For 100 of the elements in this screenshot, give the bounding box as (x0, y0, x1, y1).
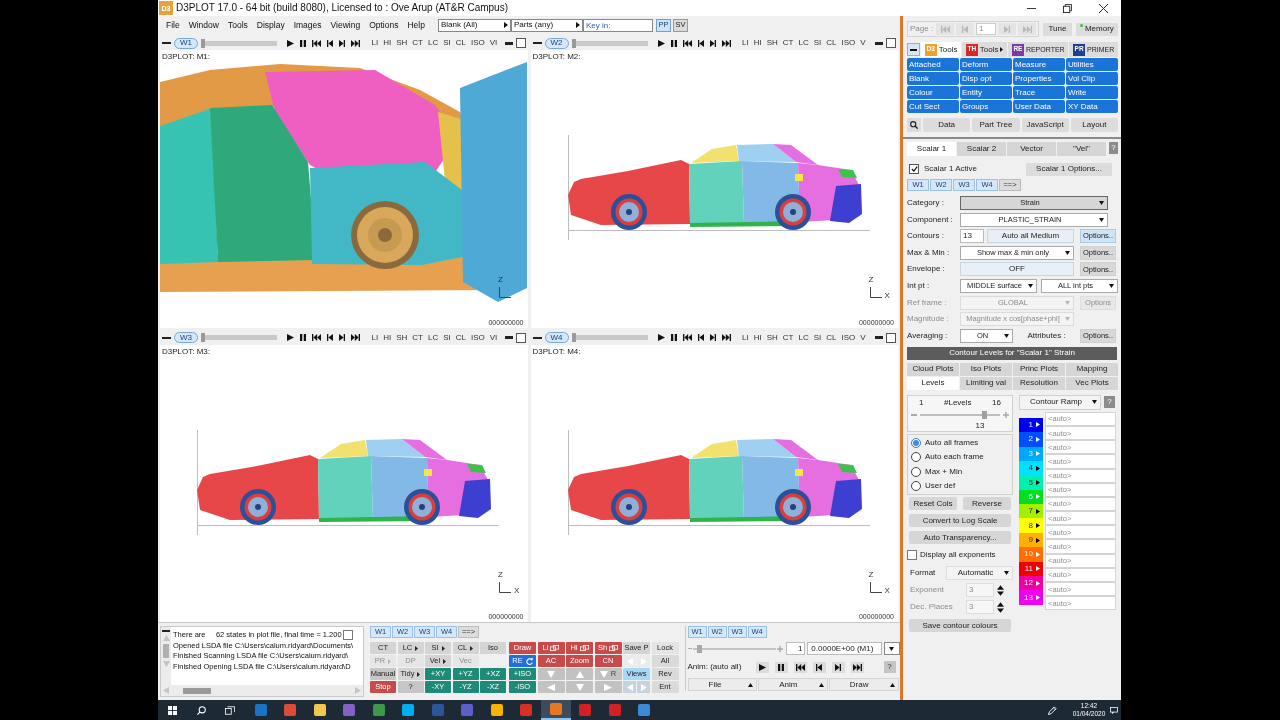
tool-button[interactable]: Vol Clip (1066, 72, 1118, 85)
contour-tab[interactable]: Levels (907, 376, 959, 390)
step-back-icon[interactable] (327, 39, 333, 47)
color-swatch[interactable]: 5 (1019, 475, 1043, 490)
scalar-tab[interactable]: Vector (1007, 142, 1056, 156)
scalar-tab[interactable]: Scalar 2 (957, 142, 1006, 156)
menu-item[interactable]: File (166, 20, 180, 30)
playback-button[interactable] (755, 661, 769, 673)
menu-item[interactable]: Display (256, 20, 285, 30)
color-swatch[interactable]: 1 (1019, 417, 1043, 433)
scalar-tab[interactable]: "Vel" (1057, 142, 1106, 156)
slider-thumb[interactable] (201, 333, 205, 342)
slider-track[interactable] (201, 335, 277, 340)
close-icon[interactable] (1098, 3, 1108, 13)
tool-button[interactable]: Entity (960, 86, 1012, 99)
checkbox[interactable] (886, 38, 896, 48)
window-tab[interactable]: W3 (174, 332, 198, 343)
tool-button[interactable]: Properties (1013, 72, 1065, 85)
slider-thumb[interactable] (571, 38, 576, 48)
scrollbar-thumb[interactable] (183, 687, 211, 694)
pause-icon[interactable] (300, 334, 306, 341)
step-forward-icon[interactable] (709, 39, 716, 47)
window-tab[interactable]: W4 (544, 332, 569, 343)
step-forward-icon[interactable] (339, 39, 345, 47)
view-mode-button[interactable]: SI (440, 333, 454, 342)
view-mode-button[interactable]: CL (453, 39, 469, 47)
checkbox[interactable] (342, 630, 353, 641)
tool-button[interactable]: Write (1066, 86, 1118, 99)
view-mode-button[interactable]: LC (425, 39, 441, 47)
contour-tab[interactable]: Cloud Plots (907, 362, 959, 376)
window-tab[interactable]: W1 (174, 37, 198, 49)
radio-button[interactable] (911, 466, 921, 477)
view-mode-button[interactable]: LC (795, 39, 812, 47)
panel-button[interactable]: Layout (1070, 118, 1118, 132)
contour-tab[interactable]: Vec Plots (1066, 376, 1118, 390)
tool-button[interactable]: Utilities (1066, 58, 1118, 71)
checkbox[interactable] (907, 549, 917, 560)
view-mode-button[interactable]: ISO (839, 39, 858, 47)
pause-icon[interactable] (670, 39, 677, 47)
tool-button[interactable]: Measure (1013, 58, 1065, 71)
tool-button[interactable]: Deform (960, 58, 1012, 71)
color-swatch[interactable]: 2 (1019, 432, 1043, 447)
color-swatch[interactable]: 7 (1019, 504, 1043, 519)
collapse-bar-icon[interactable] (532, 336, 542, 339)
view-mode-button[interactable]: HI (380, 39, 394, 47)
view-mode-button[interactable]: LC (795, 333, 812, 342)
play-icon[interactable] (657, 334, 665, 341)
skip-back-icon[interactable] (682, 334, 692, 341)
view-mode-button[interactable]: HI (751, 333, 765, 342)
skip-forward-icon[interactable] (721, 39, 731, 47)
tune-button[interactable]: Tune (1043, 22, 1072, 36)
search-icon[interactable] (196, 705, 206, 715)
view-mode-button[interactable]: CL (823, 333, 839, 342)
menu-item[interactable]: Options (369, 20, 399, 30)
view-mode-button[interactable]: SH (393, 333, 410, 342)
play-icon[interactable] (657, 39, 665, 47)
view-mode-button[interactable]: SH (393, 39, 410, 47)
radio-button[interactable] (911, 452, 921, 463)
memory-button[interactable]: Memory (1075, 22, 1118, 36)
view-mode-button[interactable]: SI (440, 39, 454, 47)
spinner-icon[interactable] (997, 601, 1004, 613)
checkbox[interactable] (515, 332, 526, 343)
search-button[interactable] (907, 118, 921, 132)
panel-button[interactable]: Part Tree (972, 118, 1020, 132)
view-mode-button[interactable]: LI (739, 333, 752, 342)
playback-button[interactable] (774, 661, 788, 673)
slider-thumb[interactable] (981, 410, 987, 419)
menu-button[interactable]: Draw (828, 678, 899, 691)
tool-button[interactable]: Colour (907, 86, 959, 99)
menu-button[interactable]: Anim (758, 678, 828, 691)
view-mode-button[interactable]: HI (751, 39, 765, 47)
checkbox[interactable] (886, 332, 896, 343)
skip-back-icon[interactable] (312, 334, 321, 341)
frame-slider[interactable] (693, 647, 776, 650)
view-mode-button[interactable]: SH (764, 39, 781, 47)
notification-icon[interactable] (1110, 706, 1118, 714)
view-mode-button[interactable]: HI (380, 333, 394, 342)
tool-button[interactable]: Trace (1013, 86, 1065, 99)
view-mode-button[interactable]: SI (811, 333, 824, 342)
minimize-icon[interactable] (1026, 7, 1036, 9)
pause-icon[interactable] (670, 334, 677, 341)
contour-tab[interactable]: Mapping (1066, 362, 1118, 376)
help-button[interactable]: ? (883, 661, 896, 673)
slider-thumb[interactable] (571, 333, 576, 342)
step-forward-icon[interactable] (709, 334, 716, 341)
step-forward-icon[interactable] (339, 334, 345, 341)
frame-field[interactable]: 1 (785, 642, 806, 655)
menu-button[interactable]: File (687, 678, 758, 691)
slider-track[interactable] (201, 40, 277, 46)
levels-slider[interactable] (920, 413, 1000, 416)
skip-forward-icon[interactable] (351, 39, 360, 47)
skip-back-icon[interactable] (682, 39, 692, 47)
dropdown-field[interactable]: Parts (any) (510, 18, 583, 32)
tool-button[interactable]: Blank (907, 72, 959, 85)
color-swatch[interactable]: 8 (1019, 518, 1043, 533)
window-tab[interactable]: W2 (544, 37, 569, 49)
view-mode-button[interactable]: ISO (468, 333, 488, 342)
menu-item[interactable]: Tools (227, 20, 248, 30)
dropdown-button[interactable] (883, 642, 900, 655)
view-mode-button[interactable]: ISO (839, 333, 858, 342)
